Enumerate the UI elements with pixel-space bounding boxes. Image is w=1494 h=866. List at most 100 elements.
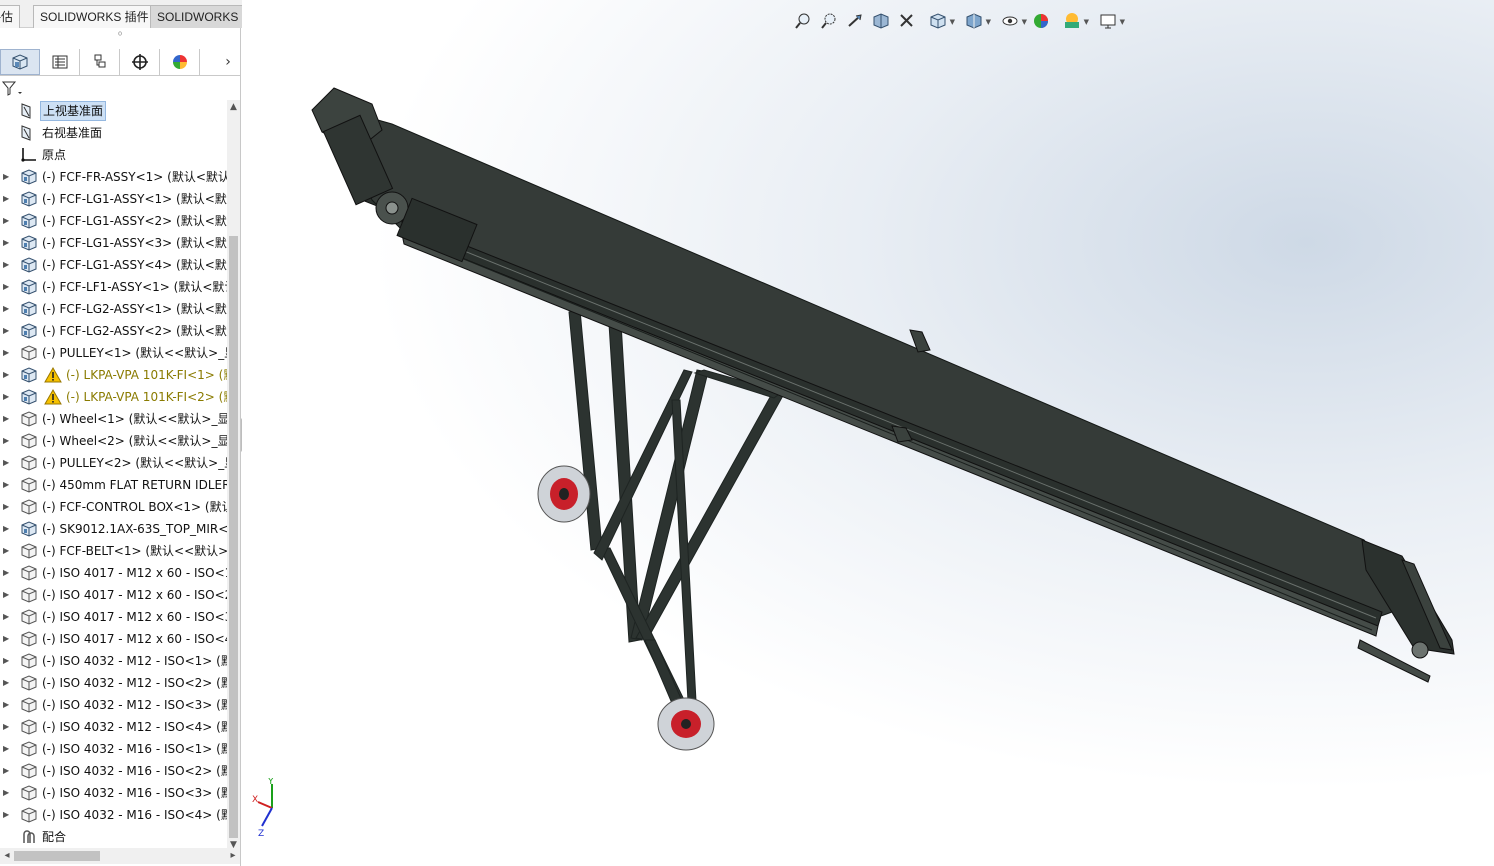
tree-item[interactable]: ▶ (-) ISO 4017 - M12 x 60 - ISO<3 <box>0 606 227 628</box>
tree-item[interactable]: ▶ (-) FCF-LG1-ASSY<1> (默认<默认 <box>0 188 227 210</box>
scroll-thumb[interactable] <box>229 236 238 838</box>
tree-item[interactable]: ▶ (-) FCF-CONTROL BOX<1> (默认 <box>0 496 227 518</box>
expand-arrow-icon[interactable]: ▶ <box>3 606 11 628</box>
tree-item[interactable]: ▶ (-) FCF-LG1-ASSY<2> (默认<默认 <box>0 210 227 232</box>
tree-item[interactable]: 原点 <box>0 144 227 166</box>
tree-item[interactable]: ▶ (-) FCF-LF1-ASSY<1> (默认<默认 <box>0 276 227 298</box>
expand-arrow-icon[interactable]: ▶ <box>3 716 11 738</box>
expand-arrow-icon[interactable]: ▶ <box>3 408 11 430</box>
expand-arrow-icon[interactable]: ▶ <box>3 738 11 760</box>
panel-grip[interactable]: ⁰ <box>0 28 240 48</box>
expand-arrow-icon[interactable]: ▶ <box>3 672 11 694</box>
configurationmanager-icon[interactable] <box>80 49 120 75</box>
conveyor-model[interactable] <box>242 0 1494 866</box>
tree-item[interactable]: 上视基准面 <box>0 100 227 122</box>
expand-arrow-icon[interactable]: ▶ <box>3 452 11 474</box>
tree-item[interactable]: ▶ (-) ISO 4032 - M16 - ISO<4> (默 <box>0 804 227 826</box>
expand-arrow-icon[interactable]: ▶ <box>3 804 11 826</box>
tab-evaluate[interactable]: 评估 <box>0 5 21 28</box>
view-orientation-icon[interactable]: ▼ <box>920 10 956 32</box>
tree-item[interactable]: ▶ (-) FCF-FR-ASSY<1> (默认<默认_ <box>0 166 227 188</box>
dimxpert-icon[interactable] <box>120 49 160 75</box>
tree-item[interactable]: ▶ (-) LKPA-VPA 101K-FI<1> (默 <box>0 364 227 386</box>
tree-item-label: (-) FCF-LG2-ASSY<2> (默认<默认 <box>42 324 227 338</box>
tree-item[interactable]: ▶ (-) Wheel<2> (默认<<默认>_显示 <box>0 430 227 452</box>
tree-item[interactable]: ▶ (-) FCF-LG1-ASSY<4> (默认<默认 <box>0 254 227 276</box>
expand-arrow-icon[interactable]: ▶ <box>3 320 11 342</box>
expand-arrow-icon[interactable]: ▶ <box>3 342 11 364</box>
expand-arrow-icon[interactable]: ▶ <box>3 518 11 540</box>
expand-arrow-icon[interactable]: ▶ <box>3 584 11 606</box>
manager-tabs-more-button[interactable]: › <box>220 52 236 72</box>
dropdown-caret-icon[interactable]: ▼ <box>1084 18 1089 26</box>
expand-arrow-icon[interactable]: ▶ <box>3 496 11 518</box>
dropdown-caret-icon[interactable]: ▼ <box>950 18 955 26</box>
graphics-viewport[interactable]: ▼ ▼ ▼ ▼ ▼ Y X Z <box>242 0 1494 866</box>
expand-arrow-icon[interactable]: ▶ <box>3 628 11 650</box>
tree-item[interactable]: ▶ (-) ISO 4017 - M12 x 60 - ISO<1 <box>0 562 227 584</box>
tree-item[interactable]: ▶ (-) ISO 4032 - M16 - ISO<1> (默 <box>0 738 227 760</box>
dynamic-annotation-icon[interactable] <box>894 10 920 32</box>
expand-arrow-icon[interactable]: ▶ <box>3 540 11 562</box>
view-settings-icon[interactable]: ▼ <box>1090 10 1126 32</box>
expand-arrow-icon[interactable]: ▶ <box>3 760 11 782</box>
expand-arrow-icon[interactable]: ▶ <box>3 386 11 408</box>
dropdown-caret-icon[interactable]: ▼ <box>986 18 991 26</box>
tree-item[interactable]: 右视基准面 <box>0 122 227 144</box>
expand-arrow-icon[interactable]: ▶ <box>3 782 11 804</box>
apply-scene-icon[interactable]: ▼ <box>1054 10 1090 32</box>
expand-arrow-icon[interactable]: ▶ <box>3 650 11 672</box>
expand-arrow-icon[interactable]: ▶ <box>3 430 11 452</box>
tree-item[interactable]: ▶ (-) ISO 4032 - M12 - ISO<1> (默 <box>0 650 227 672</box>
featuremanager-icon[interactable] <box>0 49 40 75</box>
display-style-icon[interactable]: ▼ <box>956 10 992 32</box>
tree-item[interactable]: ▶ (-) ISO 4032 - M12 - ISO<3> (默 <box>0 694 227 716</box>
hscroll-thumb[interactable] <box>14 851 100 861</box>
expand-arrow-icon[interactable]: ▶ <box>3 276 11 298</box>
filter-icon[interactable] <box>2 79 28 99</box>
tree-item[interactable]: 配合 <box>0 826 227 848</box>
expand-arrow-icon[interactable]: ▶ <box>3 562 11 584</box>
expand-arrow-icon[interactable]: ▶ <box>3 254 11 276</box>
zoom-to-area-icon[interactable] <box>816 10 842 32</box>
tree-item[interactable]: ▶ (-) ISO 4017 - M12 x 60 - ISO<2 <box>0 584 227 606</box>
expand-arrow-icon[interactable]: ▶ <box>3 210 11 232</box>
tree-item[interactable]: ▶ (-) FCF-LG2-ASSY<1> (默认<默认 <box>0 298 227 320</box>
tree-item[interactable]: ▶ (-) PULLEY<2> (默认<<默认>_显 <box>0 452 227 474</box>
hide-show-items-icon[interactable]: ▼ <box>992 10 1028 32</box>
expand-arrow-icon[interactable]: ▶ <box>3 188 11 210</box>
expand-arrow-icon[interactable]: ▶ <box>3 474 11 496</box>
tree-item[interactable]: ▶ (-) Wheel<1> (默认<<默认>_显示 <box>0 408 227 430</box>
tree-item[interactable]: ▶ (-) FCF-LG2-ASSY<2> (默认<默认 <box>0 320 227 342</box>
previous-view-icon[interactable] <box>842 10 868 32</box>
expand-arrow-icon[interactable]: ▶ <box>3 364 11 386</box>
edit-appearance-icon[interactable] <box>1028 10 1054 32</box>
tree-item[interactable]: ▶ (-) SK9012.1AX-63S_TOP_MIR<1 <box>0 518 227 540</box>
scroll-right-arrow-icon[interactable]: ▸ <box>226 848 240 864</box>
tree-item[interactable]: ▶ (-) ISO 4032 - M12 - ISO<4> (默 <box>0 716 227 738</box>
tree-item[interactable]: ▶ (-) 450mm FLAT RETURN IDLER <box>0 474 227 496</box>
tree-vertical-scrollbar[interactable]: ▲ ▼ <box>227 100 240 852</box>
propertymanager-icon[interactable] <box>40 49 80 75</box>
tree-item[interactable]: ▶ (-) PULLEY<1> (默认<<默认>_显 <box>0 342 227 364</box>
expand-arrow-icon[interactable]: ▶ <box>3 166 11 188</box>
expand-arrow-icon[interactable]: ▶ <box>3 694 11 716</box>
tree-item[interactable]: ▶ (-) LKPA-VPA 101K-FI<2> (默 <box>0 386 227 408</box>
scroll-up-arrow-icon[interactable]: ▲ <box>227 100 240 114</box>
tab-solidworks-addins[interactable]: SOLIDWORKS 插件 <box>33 5 156 28</box>
tree-item[interactable]: ▶ (-) FCF-BELT<1> (默认<<默认>_ <box>0 540 227 562</box>
tree-item[interactable]: ▶ (-) FCF-LG1-ASSY<3> (默认<默认 <box>0 232 227 254</box>
display-manager-icon[interactable] <box>160 49 200 75</box>
scroll-left-arrow-icon[interactable]: ◂ <box>0 848 14 864</box>
dropdown-caret-icon[interactable]: ▼ <box>1120 18 1125 26</box>
expand-arrow-icon[interactable]: ▶ <box>3 232 11 254</box>
tree-item[interactable]: ▶ (-) ISO 4032 - M16 - ISO<3> (默 <box>0 782 227 804</box>
tree-item[interactable]: ▶ (-) ISO 4032 - M16 - ISO<2> (默 <box>0 760 227 782</box>
tree-item[interactable]: ▶ (-) ISO 4032 - M12 - ISO<2> (默 <box>0 672 227 694</box>
expand-arrow-icon[interactable]: ▶ <box>3 298 11 320</box>
dropdown-caret-icon[interactable]: ▼ <box>1022 18 1027 26</box>
tree-item[interactable]: ▶ (-) ISO 4017 - M12 x 60 - ISO<4 <box>0 628 227 650</box>
tree-horizontal-scrollbar[interactable]: ◂ ▸ <box>0 848 240 864</box>
zoom-to-fit-icon[interactable] <box>790 10 816 32</box>
section-view-icon[interactable] <box>868 10 894 32</box>
